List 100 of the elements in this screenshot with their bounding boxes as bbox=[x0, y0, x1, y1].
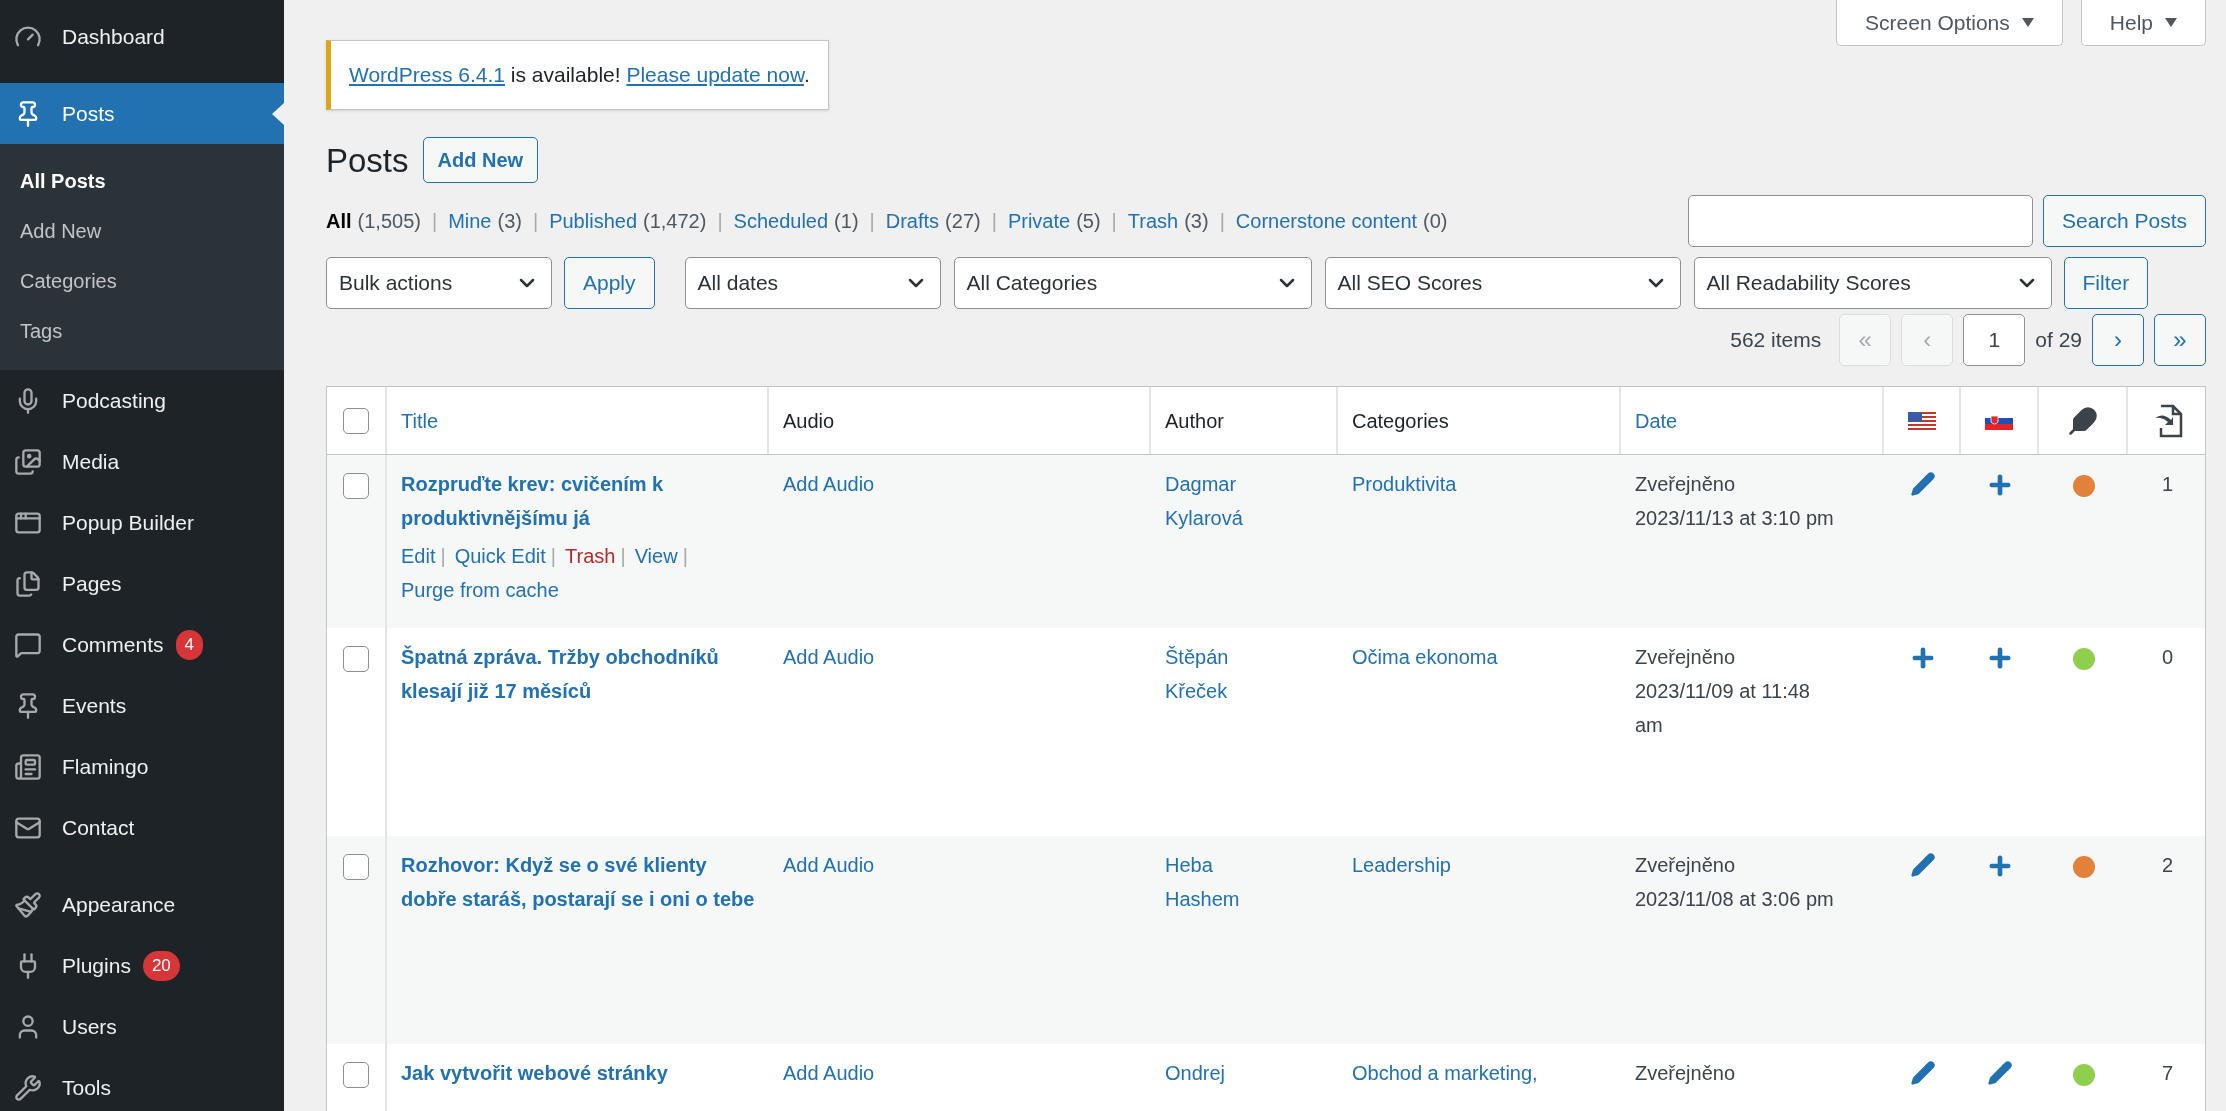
add-audio-link[interactable]: Add Audio bbox=[783, 854, 875, 876]
sidebar-item[interactable]: Tools bbox=[0, 1057, 284, 1111]
add-audio-link[interactable]: Add Audio bbox=[783, 473, 875, 495]
add-audio-link[interactable]: Add Audio bbox=[783, 1062, 875, 1084]
separator: | bbox=[717, 209, 723, 234]
speech-bubble-icon bbox=[14, 630, 42, 659]
page-total: of 29 bbox=[2035, 327, 2082, 354]
sidebar-item[interactable]: Users bbox=[0, 996, 284, 1057]
page-number-field[interactable]: 1 bbox=[1963, 314, 2026, 366]
submenu-item[interactable]: Tags bbox=[0, 306, 284, 356]
status-filter-link[interactable]: Drafts bbox=[885, 206, 940, 236]
view-count: (1,505) bbox=[357, 209, 421, 234]
column-header[interactable]: Title bbox=[401, 405, 439, 436]
view-count: (3) bbox=[497, 209, 522, 234]
search-button[interactable]: Search Posts bbox=[2043, 195, 2206, 247]
category-link[interactable]: Leadership bbox=[1352, 854, 1451, 876]
status-filter-link[interactable]: Mine bbox=[448, 206, 492, 236]
row-action-link[interactable]: Purge from cache bbox=[401, 573, 559, 607]
checkbox[interactable] bbox=[343, 646, 369, 672]
checkbox[interactable] bbox=[343, 854, 369, 880]
notice-link[interactable]: Please update now bbox=[626, 63, 804, 86]
category-link[interactable]: Očima ekonoma bbox=[1352, 646, 1498, 668]
dropdown[interactable]: All dates bbox=[684, 257, 941, 309]
author-link[interactable]: Heba Hashem bbox=[1165, 848, 1275, 916]
pencil-icon[interactable] bbox=[1909, 471, 1936, 497]
sidebar-item[interactable]: Media bbox=[0, 431, 284, 492]
dropdown[interactable]: All SEO Scores bbox=[1324, 257, 1681, 309]
dropdown[interactable]: All Categories bbox=[953, 257, 1312, 309]
post-date: 2023/11/13 at 3:10 pm bbox=[1635, 506, 1835, 531]
link-count: 0 bbox=[2161, 645, 2174, 670]
add-new-button[interactable]: Add New bbox=[422, 137, 539, 184]
status-filter-link[interactable]: Cornerstone content bbox=[1235, 206, 1418, 236]
add-audio-link[interactable]: Add Audio bbox=[783, 646, 875, 668]
count-badge: 4 bbox=[175, 629, 203, 660]
page-title: Posts bbox=[326, 140, 409, 181]
checkbox[interactable] bbox=[343, 407, 369, 434]
sidebar-item[interactable]: Dashboard bbox=[0, 6, 284, 67]
submenu-item[interactable]: All Posts bbox=[0, 156, 284, 206]
author-link[interactable]: Štěpán Křeček bbox=[1165, 640, 1275, 708]
pagination-button[interactable]: » bbox=[2154, 314, 2206, 366]
category-link[interactable]: Produktivita bbox=[1352, 473, 1457, 495]
row-action-link[interactable]: Trash bbox=[565, 539, 616, 573]
notice-link[interactable]: WordPress 6.4.1 bbox=[349, 63, 505, 86]
checkbox[interactable] bbox=[343, 1062, 369, 1088]
separator: | bbox=[1219, 209, 1225, 234]
post-title-link[interactable]: Rozhovor: Když se o své klienty dobře staráš, postarají se i oni o tebe bbox=[401, 848, 755, 916]
pencil-icon[interactable] bbox=[1987, 1060, 2013, 1086]
column-header[interactable]: Date bbox=[1635, 405, 1678, 436]
tab-button[interactable]: Screen Options bbox=[1836, 0, 2063, 46]
submenu-item[interactable]: Categories bbox=[0, 256, 284, 306]
status-filter-link[interactable]: All bbox=[326, 206, 352, 236]
checkbox[interactable] bbox=[343, 473, 369, 499]
search-field[interactable] bbox=[1688, 195, 2034, 247]
post-title-link[interactable]: Špatná zpráva. Tržby obchodníků klesají již 17 měsíců bbox=[401, 640, 755, 708]
separator: | bbox=[550, 544, 557, 569]
sidebar-item[interactable]: Plugins 20 bbox=[0, 935, 284, 996]
link-count: 1 bbox=[2161, 472, 2174, 497]
status-filter-link[interactable]: Trash bbox=[1127, 206, 1179, 236]
paintbrush-icon bbox=[14, 890, 42, 919]
tab-button[interactable]: Help bbox=[2080, 0, 2206, 46]
pagination-button[interactable]: › bbox=[2092, 314, 2144, 366]
dropdown[interactable]: All Readability Scores bbox=[1693, 257, 2052, 309]
status-filter-link[interactable]: Scheduled bbox=[733, 206, 829, 236]
images-icon bbox=[14, 447, 42, 476]
count-badge: 20 bbox=[142, 950, 180, 981]
sidebar-item[interactable]: Flamingo bbox=[0, 736, 284, 797]
row-action-link[interactable]: Quick Edit bbox=[454, 539, 546, 573]
post-status: Zveřejněno bbox=[1635, 645, 1737, 670]
sidebar-item[interactable]: Comments 4 bbox=[0, 614, 284, 675]
status-filter-link[interactable]: Published bbox=[549, 206, 637, 236]
post-status: Zveřejněno bbox=[1635, 1061, 1737, 1086]
sidebar-item[interactable]: Popup Builder bbox=[0, 492, 284, 553]
view-count: (5) bbox=[1076, 209, 1101, 234]
filter-button[interactable]: Filter bbox=[2063, 257, 2149, 309]
row-action-link[interactable]: View bbox=[634, 539, 678, 573]
pencil-icon[interactable] bbox=[1909, 1060, 1936, 1086]
apply-button[interactable]: Apply bbox=[564, 257, 655, 309]
current-arrow bbox=[272, 103, 284, 125]
link-count: 7 bbox=[2161, 1061, 2174, 1086]
row-action-link[interactable]: Edit bbox=[401, 539, 436, 573]
post-status: Zveřejněno bbox=[1635, 853, 1737, 878]
sidebar-item[interactable]: Events bbox=[0, 675, 284, 736]
column-header: Audio bbox=[783, 408, 835, 434]
link-count: 2 bbox=[2161, 853, 2174, 878]
category-link[interactable]: Obchod a marketing, bbox=[1352, 1062, 1538, 1084]
sidebar-item[interactable]: Podcasting bbox=[0, 370, 284, 431]
dropdown[interactable]: Bulk actions bbox=[326, 257, 552, 309]
sidebar-item[interactable]: Pages bbox=[0, 553, 284, 614]
post-title-link[interactable]: Rozpruďte krev: cvičením k produktivnějšímu já bbox=[401, 467, 755, 535]
submenu-item[interactable]: Add New bbox=[0, 206, 284, 256]
author-link[interactable]: Ondrej bbox=[1165, 1056, 1275, 1090]
caret-icon bbox=[2021, 18, 2034, 27]
sidebar-item[interactable]: Contact bbox=[0, 797, 284, 858]
status-filter-link[interactable]: Private bbox=[1007, 206, 1071, 236]
sidebar-item[interactable]: Posts bbox=[0, 83, 284, 144]
sidebar-item[interactable]: Appearance bbox=[0, 874, 284, 935]
post-title-link[interactable]: Jak vytvořit webové stránky bbox=[401, 1056, 755, 1090]
pencil-icon[interactable] bbox=[1909, 852, 1936, 878]
view-count: (1) bbox=[834, 209, 859, 234]
author-link[interactable]: Dagmar Kylarová bbox=[1165, 467, 1275, 535]
